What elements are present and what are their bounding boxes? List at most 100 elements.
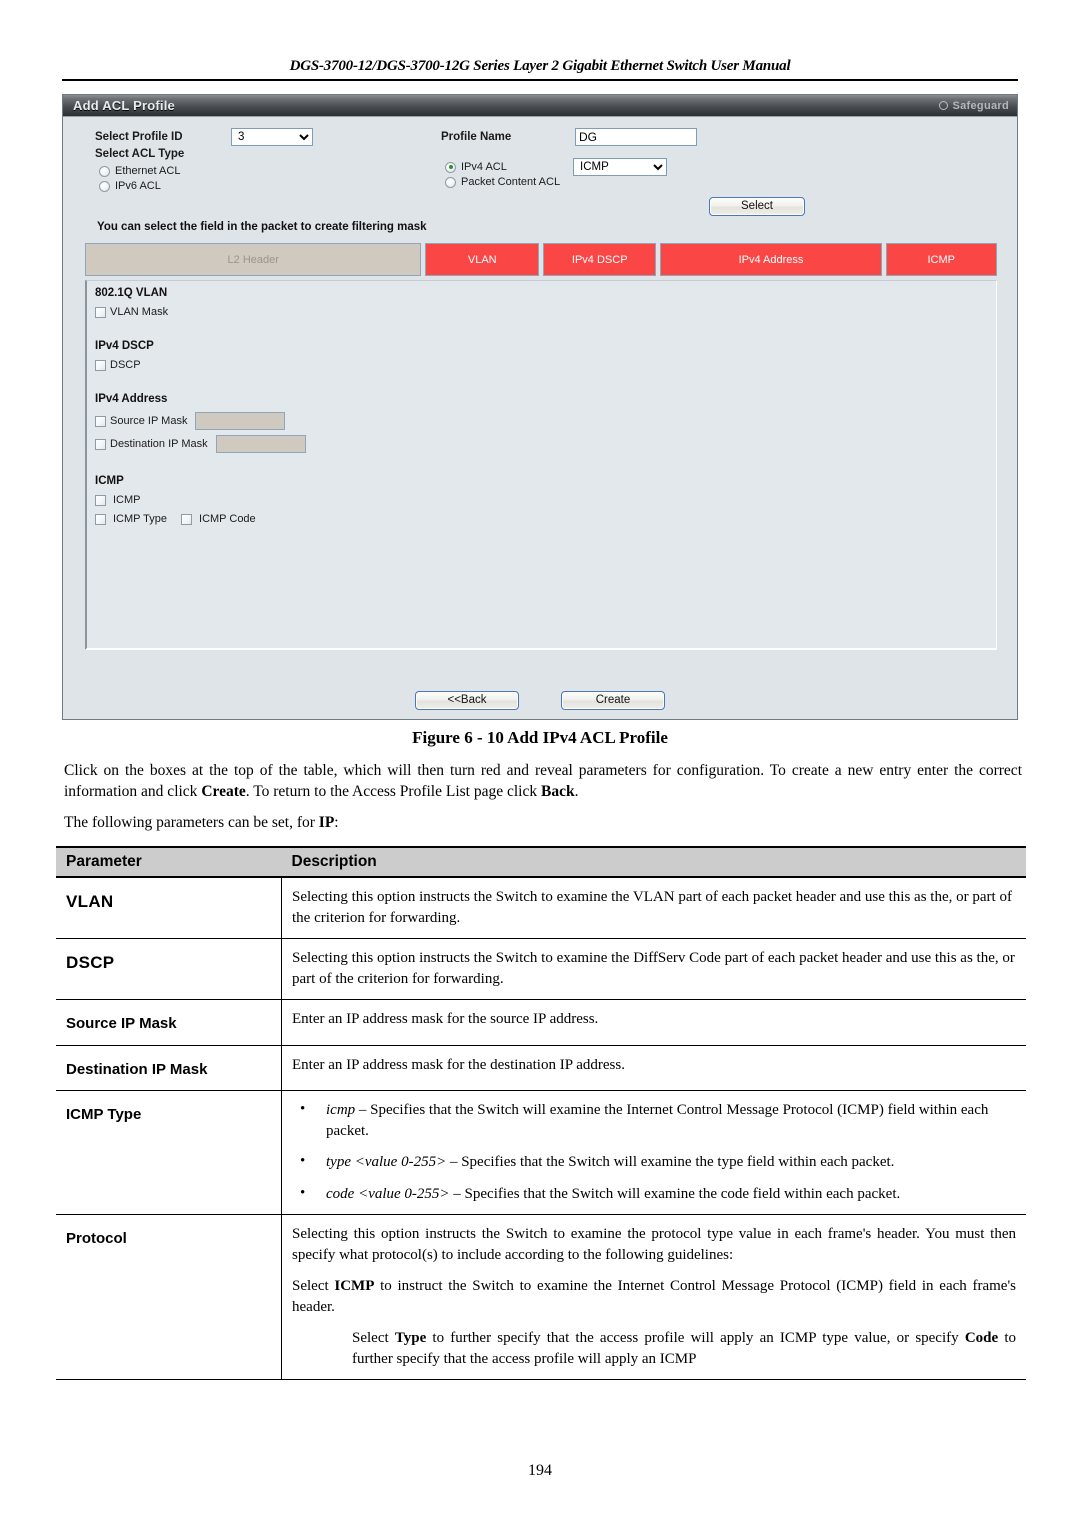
window-body: Select Profile ID 3 Select ACL Type Ethe… (63, 117, 1017, 719)
bullet-emphasis: type <value 0-255> (326, 1154, 447, 1170)
icmp-type-bullet-list: icmp – Specifies that the Switch will ex… (292, 1099, 1016, 1205)
checkbox-icon (95, 306, 106, 318)
table-header-row: Parameter Description (56, 846, 1026, 878)
row-description: Selecting this option instructs the Swit… (281, 1214, 1026, 1380)
checkbox-icon (95, 415, 106, 427)
table-row: Source IP Mask Enter an IP address mask … (56, 999, 1026, 1046)
create-button[interactable]: Create (561, 691, 665, 710)
select-button[interactable]: Select (709, 197, 805, 216)
bullet-emphasis: icmp (326, 1102, 356, 1118)
tab-ipv4-address[interactable]: IPv4 Address (660, 243, 882, 276)
checkbox-icon (95, 359, 106, 371)
parameter-table: Parameter Description VLAN Selecting thi… (56, 846, 1026, 1380)
group-title: 802.1Q VLAN (95, 287, 168, 299)
filtering-mask-panel: 802.1Q VLAN VLAN Mask IPv4 DSCP DSCP IPv… (85, 280, 997, 650)
checkbox-dscp[interactable]: DSCP (95, 359, 996, 371)
acl-type-right-group: IPv4 ACL Packet Content ACL (445, 161, 560, 191)
row-description: Enter an IP address mask for the destina… (281, 1044, 1026, 1091)
checkbox-label: Destination IP Mask (110, 438, 208, 450)
profile-name-label: Profile Name (441, 131, 512, 143)
group-ipv4-dscp: IPv4 DSCP DSCP (95, 340, 996, 371)
filtering-mask-hint: You can select the field in the packet t… (97, 221, 427, 233)
row-description: Selecting this option instructs the Swit… (281, 938, 1026, 1000)
document-header: DGS-3700-12/DGS-3700-12G Series Layer 2 … (62, 58, 1018, 81)
tab-ipv4-dscp[interactable]: IPv4 DSCP (542, 243, 657, 276)
table-row: VLAN Selecting this option instructs the… (56, 876, 1026, 939)
bullet-text: – Specifies that the Switch will examine… (449, 1185, 901, 1202)
acl-type-left-group: Ethernet ACL IPv6 ACL (99, 165, 180, 195)
select-profile-id-label: Select Profile ID (95, 131, 183, 143)
checkbox-label-icmp-code: ICMP Code (199, 513, 256, 525)
select-profile-id-dropdown[interactable]: 3 (231, 128, 313, 146)
radio-button-selected-icon (445, 161, 456, 173)
protocol-paragraph-1: Selecting this option instructs the Swit… (292, 1226, 1016, 1263)
tab-icmp[interactable]: ICMP (885, 243, 997, 276)
safeguard-indicator[interactable]: Safeguard (938, 99, 1010, 112)
checkbox-vlan-mask[interactable]: VLAN Mask (95, 306, 996, 318)
radio-button-icon (445, 176, 456, 188)
table-row: Destination IP Mask Enter an IP address … (56, 1044, 1026, 1091)
group-title: ICMP (95, 475, 124, 487)
row-parameter: Source IP Mask (56, 999, 282, 1046)
paragraph-bold-ip: IP (318, 814, 335, 831)
radio-packet-content-acl[interactable]: Packet Content ACL (445, 176, 560, 188)
radio-ipv4-acl[interactable]: IPv4 ACL (445, 161, 560, 173)
checkbox-icon[interactable] (181, 513, 193, 525)
parameter-label: VLAN (66, 892, 114, 911)
group-icmp: ICMP ICMP ICMP Type ICMP Code (95, 475, 996, 525)
checkbox-label: ICMP (113, 494, 141, 506)
row-parameter: ICMP Type (56, 1090, 282, 1215)
checkbox-label: VLAN Mask (110, 306, 169, 318)
list-item: code <value 0-255> – Specifies that the … (292, 1183, 1016, 1205)
safeguard-label: Safeguard (952, 99, 1009, 112)
row-parameter: DSCP (56, 938, 282, 1000)
window-title: Add ACL Profile (73, 98, 175, 113)
profile-name-input[interactable] (575, 128, 697, 146)
row-parameter: VLAN (56, 876, 282, 939)
group-title: IPv4 DSCP (95, 340, 154, 352)
paragraph-text: to instruct the Switch to examine the In… (292, 1278, 1016, 1315)
radio-label: Ethernet ACL (115, 165, 181, 177)
bold-type: Type (394, 1330, 427, 1346)
radio-ethernet-acl[interactable]: Ethernet ACL (99, 165, 180, 177)
row-description: icmp – Specifies that the Switch will ex… (281, 1090, 1026, 1215)
safeguard-icon (938, 101, 948, 110)
bold-icmp: ICMP (334, 1278, 375, 1294)
checkbox-label: DSCP (110, 359, 141, 371)
body-paragraph-1: Click on the boxes at the top of the tab… (64, 760, 1022, 802)
ipv4-protocol-dropdown[interactable]: ICMP (573, 158, 667, 176)
bullet-emphasis: code <value 0-255> (326, 1185, 450, 1202)
tab-vlan[interactable]: VLAN (425, 243, 539, 276)
body-paragraph-2: The following parameters can be set, for… (64, 812, 1022, 833)
paragraph-text: to further specify that the access profi… (426, 1330, 965, 1346)
group-title: IPv4 Address (95, 393, 168, 405)
window-titlebar: Add ACL Profile Safeguard (63, 95, 1017, 117)
radio-button-icon (99, 180, 110, 192)
source-ip-mask-input[interactable] (195, 412, 286, 430)
paragraph-text: Select (292, 1278, 335, 1294)
page-number: 194 (528, 1462, 552, 1479)
checkbox-source-ip-mask[interactable]: Source IP Mask (95, 412, 996, 430)
group-ipv4-address: IPv4 Address Source IP Mask Destination … (95, 393, 996, 453)
radio-ipv6-acl[interactable]: IPv6 ACL (99, 180, 180, 192)
checkbox-label: Source IP Mask (110, 415, 188, 427)
list-item: type <value 0-255> – Specifies that the … (292, 1151, 1016, 1173)
group-8021q-vlan: 802.1Q VLAN VLAN Mask (95, 287, 996, 318)
tab-l2-header[interactable]: L2 Header (85, 243, 422, 276)
table-row-icmp-type: ICMP Type icmp – Specifies that the Swit… (56, 1090, 1026, 1215)
bold-code: Code (964, 1330, 999, 1346)
checkbox-icmp[interactable]: ICMP (95, 494, 996, 506)
select-acl-type-label: Select ACL Type (95, 148, 185, 160)
row-parameter: Destination IP Mask (56, 1044, 282, 1091)
paragraph-bold-create: Create (201, 783, 246, 800)
parameter-label: DSCP (66, 953, 115, 972)
destination-ip-mask-input[interactable] (215, 435, 306, 453)
row-parameter: Protocol (56, 1214, 282, 1380)
radio-label: IPv4 ACL (461, 161, 507, 173)
checkbox-destination-ip-mask[interactable]: Destination IP Mask (95, 435, 996, 453)
back-button[interactable]: <<Back (415, 691, 519, 710)
protocol-paragraph-2: Select ICMP to instruct the Switch to ex… (292, 1276, 1016, 1317)
checkbox-icon (95, 494, 106, 506)
icmp-subfields-row: ICMP Type ICMP Code (95, 513, 996, 525)
checkbox-icon[interactable] (95, 513, 106, 525)
